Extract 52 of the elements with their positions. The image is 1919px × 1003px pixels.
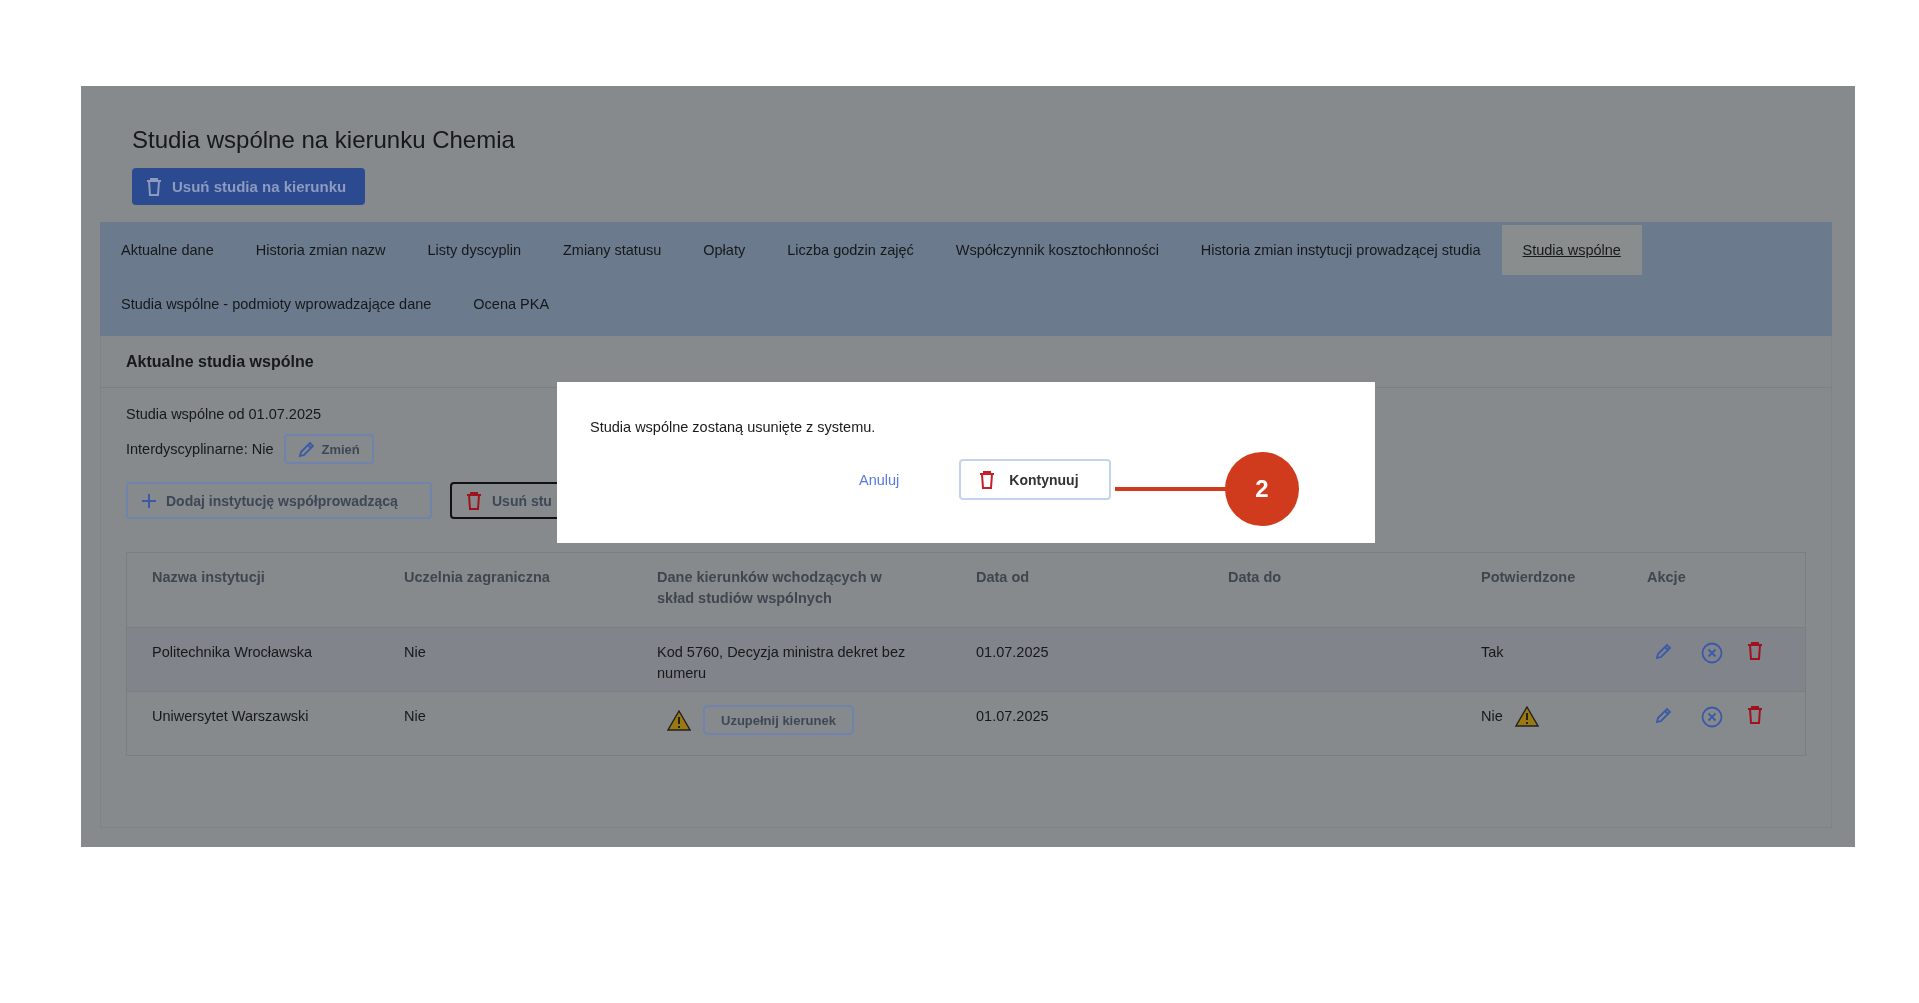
trash-icon [466,491,482,510]
table-cell-text: 01.07.2025 [976,643,1050,662]
table-cell-text: Uniwersytet Warszawski [152,707,310,726]
column-header: Data do [1228,568,1283,587]
dialog-message: Studia wspólne zostaną usunięte z systemu. [590,419,877,435]
table-cell-text: Politechnika Wrocławska [152,643,314,662]
tab[interactable]: Studia wspólne - podmioty wprowadzające dane [100,279,453,329]
continue-button[interactable]: Kontynuuj [959,459,1112,500]
table-cell-text: Nie [404,707,427,726]
tab[interactable]: Historia zmian nazw [234,225,407,275]
table-cell-text: 01.07.2025 [976,707,1050,726]
cancel-button[interactable] [1701,706,1723,728]
column-header: Akcje [1647,568,1687,587]
warning-icon [1514,706,1539,727]
table-cell-text: Nie [1481,707,1503,726]
plus-icon [142,493,156,508]
tab[interactable]: Współczynnik kosztochłonności [934,225,1180,275]
trash-icon [1747,706,1763,724]
tab[interactable]: Ocena PKA [452,279,571,329]
close-icon [1701,642,1723,664]
trash-icon [979,470,996,489]
column-header: Uczelnia zagraniczna [404,568,551,587]
add-institution-button[interactable]: Dodaj instytucję współprowadzącą [126,482,432,519]
column-header: Data od [976,568,1031,587]
tab[interactable]: Liczba godzin zajęć [766,225,935,275]
warning-icon [667,710,691,731]
column-header: Potwierdzone [1481,568,1577,587]
pencil-icon [297,440,316,458]
tab[interactable]: Historia zmian instytucji prowadzącej studia [1179,225,1502,275]
trash-icon [1747,642,1763,660]
table-cell-text: Kod 5760, Decyzja ministra dekret bez numeru [657,643,907,683]
change-button[interactable]: Zmień [283,434,374,464]
close-icon [1701,706,1723,728]
column-header: Nazwa instytucji [152,568,266,587]
interdisciplinary-text: Interdyscyplinarne: Nie [126,441,274,457]
cancel-link[interactable]: Anuluj [853,467,906,492]
tab[interactable]: Studia wspólne [1501,225,1642,275]
complete-program-button[interactable]: Uzupełnij kierunek [703,705,854,735]
table-cell-text: Nie [404,643,427,662]
page-title: Studia wspólne na kierunku Chemia [132,126,516,154]
tab[interactable]: Opłaty [682,225,767,275]
tab[interactable]: Zmiany statusu [541,225,683,275]
pencil-icon [1655,706,1673,724]
column-header: Dane kierunków wchodzących w skład studiów wspólnych [657,568,883,608]
start-date-text: Studia wspólne od 01.07.2025 [126,406,322,422]
pencil-icon [1655,642,1673,660]
tab[interactable]: Aktualne dane [100,225,235,275]
cancel-button[interactable] [1701,642,1723,664]
table-cell-text: Tak [1481,643,1504,662]
delete-program-button[interactable]: Usuń studia na kierunku [132,168,365,205]
tab[interactable]: Listy dyscyplin [406,225,542,275]
trash-icon [146,177,162,196]
